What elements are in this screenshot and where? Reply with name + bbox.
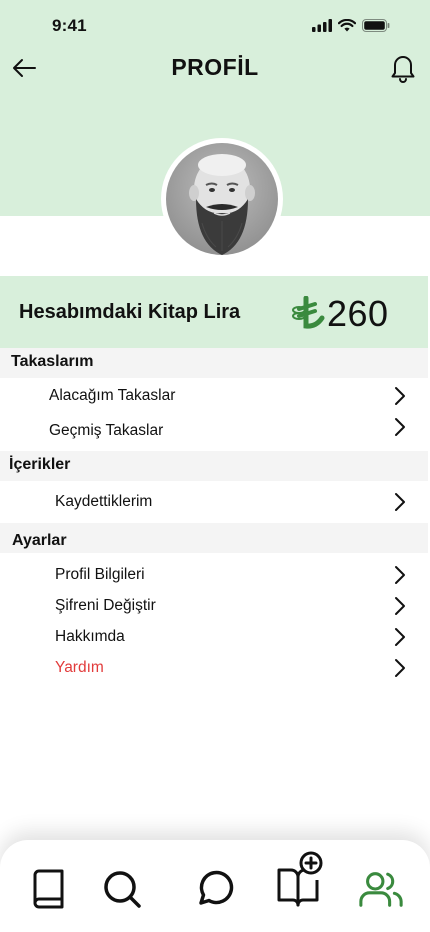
menu-item-label: Hakkımda: [55, 628, 125, 645]
chevron-right-icon: [395, 628, 405, 646]
top-bar: PROFİL: [0, 46, 430, 90]
status-time: 9:41: [52, 16, 87, 35]
avatar[interactable]: [166, 143, 278, 255]
menu-item-incoming-trades[interactable]: Alacağım Takaslar: [0, 381, 428, 411]
profile-photo: [166, 143, 278, 255]
wifi-icon: [338, 19, 356, 32]
bell-icon: [391, 56, 415, 83]
book-icon: [33, 869, 64, 909]
section-title: Takaslarım: [11, 353, 94, 370]
kitap-lira-coin-icon: [292, 296, 325, 329]
menu-item-about[interactable]: Hakkımda: [0, 622, 428, 652]
section-header-contents: İçerikler: [0, 451, 428, 481]
menu-item-label: Alacağım Takaslar: [49, 387, 176, 404]
nav-add-book[interactable]: [274, 850, 330, 910]
section-header-trades: Takaslarım: [0, 348, 428, 378]
chevron-right-icon: [395, 418, 405, 436]
chevron-right-icon: [395, 493, 405, 511]
menu-item-past-trades[interactable]: Geçmiş Takaslar: [0, 412, 428, 442]
chat-icon: [199, 870, 234, 905]
menu-item-label: Geçmiş Takaslar: [49, 422, 164, 439]
menu-item-change-password[interactable]: Şifreni Değiştir: [0, 591, 428, 621]
chevron-right-icon: [395, 597, 405, 615]
nav-profile[interactable]: [358, 866, 404, 912]
chevron-right-icon: [395, 387, 405, 405]
search-icon: [104, 871, 141, 908]
nav-search[interactable]: [99, 866, 145, 912]
section-header-settings: Ayarlar: [0, 523, 428, 553]
menu-item-label: Şifreni Değiştir: [55, 597, 156, 614]
balance-value: 260: [327, 293, 389, 334]
menu-item-profile-info[interactable]: Profil Bilgileri: [0, 560, 428, 590]
chevron-right-icon: [395, 659, 405, 677]
bottom-navigation: [0, 840, 430, 932]
menu-item-label: Profil Bilgileri: [55, 566, 145, 583]
page-title: PROFİL: [171, 54, 259, 80]
users-icon: [359, 872, 403, 907]
nav-library[interactable]: [25, 866, 71, 912]
notifications-button[interactable]: [386, 50, 420, 86]
menu-item-help[interactable]: Yardım: [0, 653, 428, 683]
menu-item-label: Yardım: [55, 659, 104, 676]
balance-label: Hesabımdaki Kitap Lira: [19, 301, 241, 323]
avatar-frame: [161, 138, 283, 260]
section-title: Ayarlar: [12, 532, 67, 549]
signal-icon: [312, 19, 332, 32]
battery-icon: [362, 19, 390, 32]
nav-messages[interactable]: [192, 866, 238, 912]
section-title: İçerikler: [9, 456, 71, 473]
add-book-icon: [277, 851, 323, 907]
menu-item-saved[interactable]: Kaydettiklerim: [0, 487, 428, 517]
chevron-right-icon: [395, 566, 405, 584]
status-icons: [312, 19, 390, 32]
menu-item-label: Kaydettiklerim: [55, 493, 153, 510]
